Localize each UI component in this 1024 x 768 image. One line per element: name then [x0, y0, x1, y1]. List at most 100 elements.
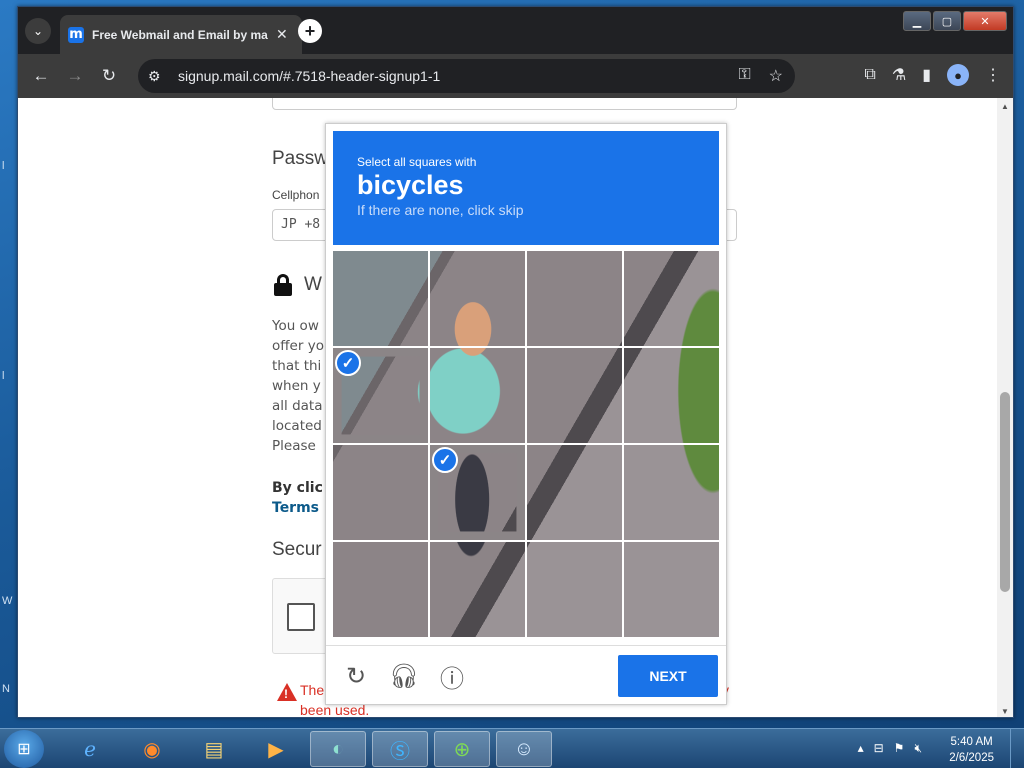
captcha-tile-image — [624, 251, 719, 346]
captcha-tile-image — [430, 348, 525, 443]
minimize-button[interactable]: ▁ — [903, 11, 931, 31]
browser-toolbar: ← → ↻ ⚙ signup.mail.com/#.7518-header-si… — [18, 54, 1013, 98]
back-icon[interactable]: ← — [24, 61, 58, 91]
new-tab-button[interactable]: + — [298, 19, 322, 43]
captcha-tile[interactable] — [527, 445, 622, 540]
volume-muted-icon[interactable]: 🔇︎ — [914, 741, 922, 756]
network-icon[interactable]: ⊟ — [874, 741, 884, 756]
flag-icon[interactable]: ⚑ — [894, 741, 905, 756]
chrome-taskbar-icon[interactable]: ◐ — [310, 731, 366, 767]
internet-explorer-icon[interactable]: ℯ — [62, 731, 118, 767]
warning-mark: ! — [284, 687, 288, 701]
captcha-tile-image — [527, 348, 622, 443]
scroll-thumb[interactable] — [1000, 392, 1010, 592]
captcha-tile[interactable] — [430, 348, 525, 443]
forward-icon[interactable]: → — [58, 61, 92, 91]
extensions-icon[interactable]: ⧉ — [864, 66, 875, 84]
add-app-icon[interactable]: ⊕ — [434, 731, 490, 767]
captcha-tile-image — [527, 542, 622, 637]
skype-icon[interactable]: Ⓢ — [372, 731, 428, 767]
labs-flask-icon[interactable]: ⚗ — [892, 65, 906, 85]
window-controls: ▁ ▢ ✕ — [903, 11, 1007, 31]
desktop-edge-mark: l — [2, 160, 5, 172]
headphones-audio-icon[interactable]: 🎧︎ — [389, 662, 419, 690]
paragraph-line: when y — [272, 378, 321, 394]
tray-expand-icon[interactable]: ▴ — [858, 741, 864, 756]
firefox-icon[interactable]: ◉ — [124, 731, 180, 767]
system-tray: ▴ ⊟ ⚑ 🔇︎ — [858, 741, 922, 756]
tab-search-icon[interactable]: ⌄ — [25, 18, 51, 44]
cellphone-label: Cellphon — [272, 188, 320, 202]
captcha-tile[interactable] — [527, 542, 622, 637]
tile-selected-check-icon: ✓ — [432, 447, 458, 473]
desktop-edge-mark: W — [2, 595, 13, 607]
captcha-tile-image — [624, 445, 719, 540]
clock[interactable]: 5:40 AM 2/6/2025 — [949, 734, 994, 766]
next-button[interactable]: NEXT — [618, 655, 718, 697]
captcha-tile[interactable] — [333, 445, 428, 540]
captcha-tile[interactable] — [624, 445, 719, 540]
paragraph-line: located — [272, 418, 322, 434]
captcha-tile-image — [430, 542, 525, 637]
recaptcha-checkbox[interactable] — [287, 603, 315, 631]
clock-time: 5:40 AM — [950, 736, 993, 748]
captcha-tile[interactable] — [430, 251, 525, 346]
scroll-up-icon[interactable]: ▲ — [997, 98, 1013, 114]
captcha-tile-image — [624, 542, 719, 637]
terms-link[interactable]: Terms — [272, 500, 319, 516]
page-scrollbar[interactable]: ▲ ▼ — [997, 98, 1013, 717]
profile-avatar-icon[interactable]: ● — [947, 64, 969, 86]
paragraph-line: Please — [272, 438, 316, 454]
captcha-challenge: Select all squares with bicycles If ther… — [325, 123, 727, 705]
show-desktop-button[interactable] — [1010, 729, 1024, 768]
info-icon[interactable]: ⓘ — [438, 662, 466, 693]
reload-icon[interactable]: ↻ — [92, 61, 126, 91]
reload-captcha-icon[interactable]: ↻ — [342, 662, 370, 690]
error-message: The — [300, 682, 325, 698]
scroll-down-icon[interactable]: ▼ — [997, 703, 1013, 717]
captcha-tile[interactable]: ✓ — [333, 348, 428, 443]
tab-title: Free Webmail and Email by ma — [92, 27, 268, 42]
address-bar[interactable]: ⚙ signup.mail.com/#.7518-header-signup1-… — [138, 59, 795, 93]
previous-input-field[interactable] — [272, 98, 737, 110]
site-info-icon[interactable]: ⚙ — [148, 68, 172, 85]
maximize-button[interactable]: ▢ — [933, 11, 961, 31]
file-explorer-icon[interactable]: ▤ — [186, 731, 242, 767]
by-clicking-text: By clic — [272, 480, 323, 496]
captcha-tile[interactable] — [624, 348, 719, 443]
captcha-tile[interactable] — [430, 542, 525, 637]
paragraph-line: offer yo — [272, 338, 324, 354]
signup-page: Passw Cellphon JP +8 W You ow offer yo t… — [18, 98, 998, 717]
captcha-tile[interactable] — [527, 348, 622, 443]
captcha-instruction: Select all squares with — [357, 155, 477, 169]
desktop-edge-mark: l — [2, 370, 5, 382]
media-player-icon[interactable]: ▶ — [248, 731, 304, 767]
captcha-grid: ✓ ✓ — [333, 251, 719, 637]
captcha-tile-image — [430, 251, 525, 346]
menu-kebab-icon[interactable]: ⋮ — [985, 65, 1001, 85]
browser-tab[interactable]: m Free Webmail and Email by ma ✕ — [60, 15, 302, 54]
captcha-tile-image — [527, 445, 622, 540]
captcha-tile[interactable]: ✓ — [430, 445, 525, 540]
side-panel-icon[interactable]: ▮ — [922, 65, 931, 85]
captcha-tile-image — [333, 445, 428, 540]
start-button[interactable]: ⊞ — [4, 730, 44, 768]
browser-window: ⌄ m Free Webmail and Email by ma ✕ + ▁ ▢… — [17, 6, 1014, 718]
tab-close-icon[interactable]: ✕ — [276, 26, 288, 43]
recaptcha-widget — [272, 578, 332, 654]
close-window-button[interactable]: ✕ — [963, 11, 1007, 31]
captcha-tile[interactable] — [624, 542, 719, 637]
captcha-tile[interactable] — [624, 251, 719, 346]
captcha-tile[interactable] — [333, 251, 428, 346]
captcha-tile[interactable] — [333, 542, 428, 637]
desktop-edge-mark: N — [2, 683, 10, 695]
contact-app-icon[interactable]: ☺ — [496, 731, 552, 767]
paragraph-line: that thi — [272, 358, 322, 374]
key-icon[interactable]: ⚿ — [738, 66, 750, 86]
bookmark-star-icon[interactable]: ☆ — [769, 66, 783, 86]
clock-date: 2/6/2025 — [949, 752, 994, 764]
password-heading: Passw — [272, 148, 328, 169]
captcha-tile-image — [333, 542, 428, 637]
captcha-tile[interactable] — [527, 251, 622, 346]
captcha-tile-image — [333, 251, 428, 346]
